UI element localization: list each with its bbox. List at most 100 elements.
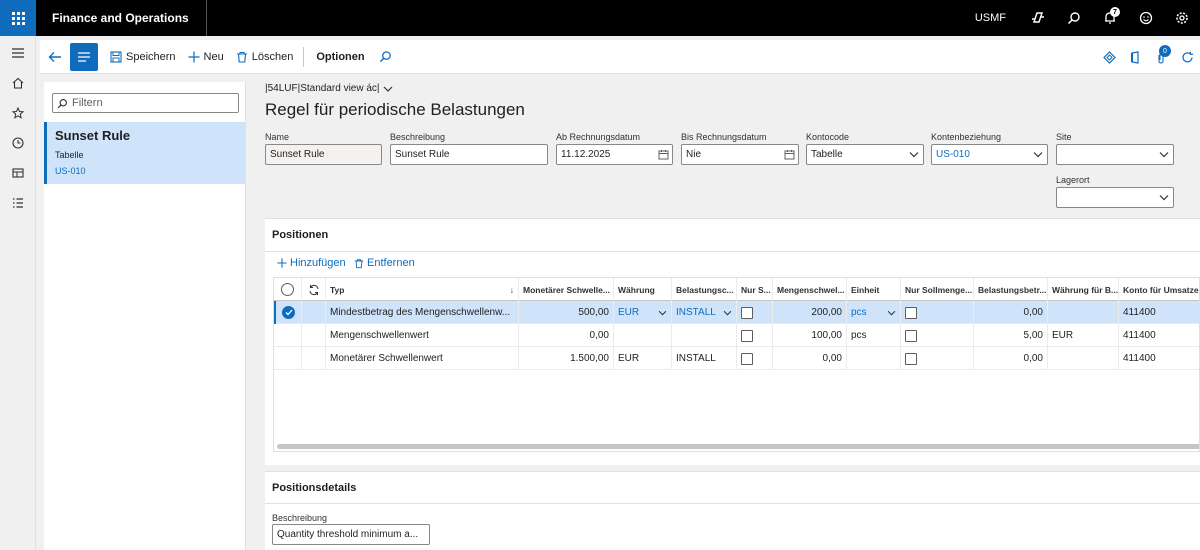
feedback-button[interactable]: [1128, 0, 1164, 36]
cell-only-s-checkbox[interactable]: [737, 324, 773, 347]
cell-qty-threshold[interactable]: 200,00: [773, 301, 847, 324]
cell-mon-threshold[interactable]: 500,00: [519, 301, 614, 324]
calendar-icon[interactable]: [654, 149, 672, 160]
calendar-icon[interactable]: [780, 149, 798, 160]
column-header-only-target-qty[interactable]: Nur Sollmenge...: [901, 278, 974, 301]
cell-charge-code[interactable]: INSTALL: [672, 301, 737, 324]
cell-charge-currency[interactable]: EUR: [1048, 324, 1119, 347]
cell-revenue-account[interactable]: 411400: [1119, 347, 1199, 370]
details-description-field[interactable]: Quantity threshold minimum a...: [272, 524, 430, 545]
refresh-button[interactable]: [1174, 40, 1200, 74]
cell-only-target-qty-checkbox[interactable]: [901, 347, 974, 370]
column-header-charge-code[interactable]: Belastungsc...: [672, 278, 737, 301]
cell-only-s-checkbox[interactable]: [737, 301, 773, 324]
column-header-only-s[interactable]: Nur S...: [737, 278, 773, 301]
nav-menu-button[interactable]: [0, 38, 36, 68]
list-view-button[interactable]: [70, 42, 98, 71]
to-date-field[interactable]: Nie: [681, 144, 799, 165]
column-header-qty-threshold[interactable]: Mengenschwel...: [773, 278, 847, 301]
cell-charge-amount[interactable]: 0,00: [974, 347, 1048, 370]
attachments-button[interactable]: 0: [1148, 40, 1174, 74]
back-button[interactable]: [40, 40, 70, 74]
list-item[interactable]: Sunset Rule Tabelle US-010: [44, 122, 246, 184]
filter-input[interactable]: Filtern: [52, 93, 239, 113]
cell-mon-threshold[interactable]: 1.500,00: [519, 347, 614, 370]
cell-currency[interactable]: EUR: [614, 347, 672, 370]
cell-qty-threshold[interactable]: 100,00: [773, 324, 847, 347]
warehouse-select[interactable]: [1056, 187, 1174, 208]
column-header-mon-threshold[interactable]: Monetärer Schwelle...: [519, 278, 614, 301]
row-select[interactable]: [274, 324, 302, 347]
grid-refresh-button[interactable]: [302, 278, 326, 301]
column-header-revenue-account[interactable]: Konto für Umsatzerl...: [1119, 278, 1199, 301]
remove-line-button[interactable]: Entfernen: [354, 257, 415, 269]
cell-only-s-checkbox[interactable]: [737, 347, 773, 370]
cell-charge-currency[interactable]: [1048, 347, 1119, 370]
cell-revenue-account[interactable]: 411400: [1119, 301, 1199, 324]
add-line-button[interactable]: Hinzufügen: [277, 257, 346, 269]
positions-title[interactable]: Positionen: [272, 229, 328, 241]
position-details-title[interactable]: Positionsdetails: [272, 482, 356, 494]
app-title[interactable]: Finance and Operations: [52, 0, 207, 36]
copilot-button[interactable]: [1020, 0, 1056, 36]
row-select[interactable]: [274, 301, 302, 324]
column-header-type[interactable]: Typ ↓: [326, 278, 519, 301]
table-row[interactable]: Mindestbetrag des Mengenschwellenw... 50…: [274, 301, 1199, 324]
account-code-select[interactable]: Tabelle: [806, 144, 924, 165]
column-header-unit[interactable]: Einheit: [847, 278, 901, 301]
row-select[interactable]: [274, 347, 302, 370]
account-relation-select[interactable]: US-010: [931, 144, 1048, 165]
cell-type[interactable]: Mindestbetrag des Mengenschwellenw...: [326, 301, 519, 324]
settings-button[interactable]: [1164, 0, 1200, 36]
cell-charge-amount[interactable]: 5,00: [974, 324, 1048, 347]
cell-revenue-account[interactable]: 411400: [1119, 324, 1199, 347]
table-row[interactable]: Mengenschwellenwert 0,00 100,00 pcs 5,00…: [274, 324, 1199, 347]
cell-only-target-qty-checkbox[interactable]: [901, 324, 974, 347]
new-button[interactable]: Neu: [182, 40, 230, 74]
view-selector[interactable]: |54LUF|Standard view ác|: [265, 83, 393, 94]
cell-charge-code[interactable]: [672, 324, 737, 347]
action-pane: Speichern Neu Löschen Optionen 0: [40, 40, 1200, 74]
power-apps-button[interactable]: [1096, 40, 1122, 74]
action-search-button[interactable]: [373, 40, 402, 74]
cell-type[interactable]: Mengenschwellenwert: [326, 324, 519, 347]
cell-unit[interactable]: [847, 347, 901, 370]
cell-currency[interactable]: [614, 324, 672, 347]
cell-charge-amount[interactable]: 0,00: [974, 301, 1048, 324]
account-relation-value[interactable]: US-010: [936, 149, 1029, 160]
select-all-checkbox[interactable]: [274, 278, 302, 301]
nav-workspaces-button[interactable]: [0, 158, 36, 188]
cell-unit[interactable]: pcs: [847, 301, 901, 324]
cell-qty-threshold[interactable]: 0,00: [773, 347, 847, 370]
search-button[interactable]: [1056, 0, 1092, 36]
name-field[interactable]: Sunset Rule: [265, 144, 382, 165]
nav-modules-button[interactable]: [0, 188, 36, 218]
save-button[interactable]: Speichern: [104, 40, 182, 74]
column-header-currency[interactable]: Währung: [614, 278, 672, 301]
nav-recent-button[interactable]: [0, 128, 36, 158]
from-date-field[interactable]: 11.12.2025: [556, 144, 673, 165]
column-header-charge-amount[interactable]: Belastungsbetr...: [974, 278, 1048, 301]
delete-button[interactable]: Löschen: [230, 40, 300, 74]
nav-home-button[interactable]: [0, 68, 36, 98]
cell-mon-threshold[interactable]: 0,00: [519, 324, 614, 347]
diamond-icon: [1102, 50, 1116, 64]
description-field[interactable]: Sunset Rule: [390, 144, 548, 165]
cell-charge-code[interactable]: INSTALL: [672, 347, 737, 370]
column-header-charge-currency[interactable]: Währung für B...: [1048, 278, 1119, 301]
office-button[interactable]: [1122, 40, 1148, 74]
app-launcher-button[interactable]: [0, 0, 36, 36]
cell-charge-currency[interactable]: [1048, 301, 1119, 324]
cell-currency[interactable]: EUR: [614, 301, 672, 324]
horizontal-scrollbar[interactable]: [277, 444, 1199, 449]
office-icon: [1131, 50, 1139, 64]
cell-unit[interactable]: pcs: [847, 324, 901, 347]
table-row[interactable]: Monetärer Schwellenwert 1.500,00 EUR INS…: [274, 347, 1199, 370]
notifications-button[interactable]: 7: [1092, 0, 1128, 36]
company-selector[interactable]: USMF: [975, 12, 1006, 24]
options-tab[interactable]: Optionen: [308, 51, 372, 63]
site-select[interactable]: [1056, 144, 1174, 165]
cell-only-target-qty-checkbox[interactable]: [901, 301, 974, 324]
nav-favorites-button[interactable]: [0, 98, 36, 128]
cell-type[interactable]: Monetärer Schwellenwert: [326, 347, 519, 370]
